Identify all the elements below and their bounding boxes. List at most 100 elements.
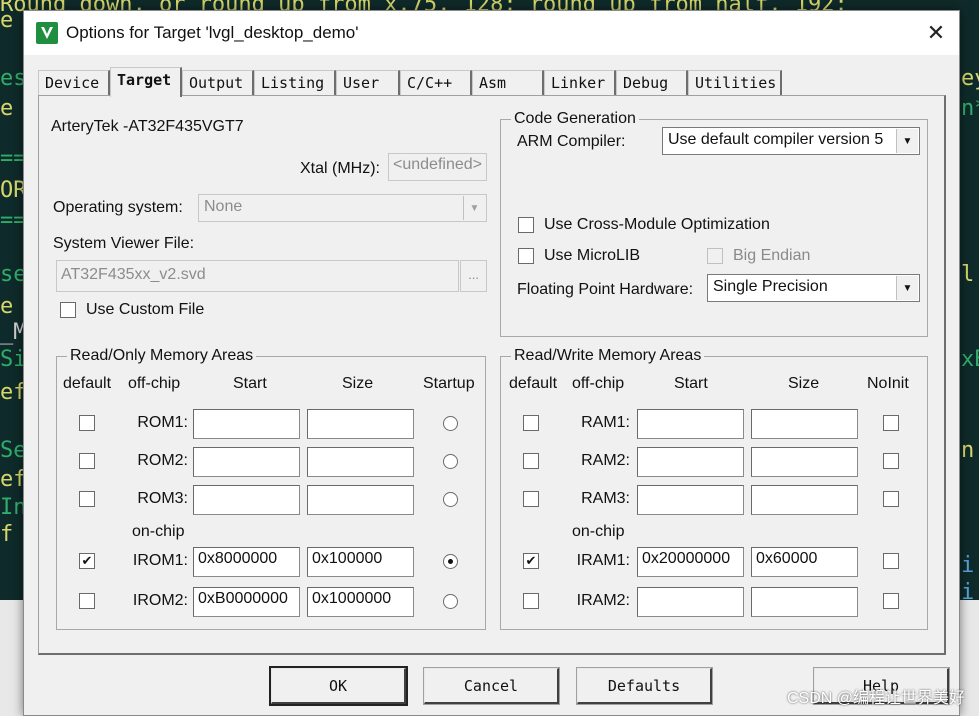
background-code-fragment: e [0, 96, 14, 121]
tab-listing[interactable]: Listing [254, 70, 336, 96]
svd-label: System Viewer File: [53, 235, 195, 252]
ram-row-name: IRAM2: [576, 592, 630, 609]
defaults-button[interactable]: Defaults [576, 667, 713, 705]
rom-default-checkbox[interactable] [79, 491, 95, 507]
os-value: None [204, 198, 243, 215]
rw-col-size: Size [788, 375, 820, 392]
noinit-checkbox[interactable] [883, 553, 899, 569]
rom-default-checkbox[interactable]: ✔ [79, 553, 95, 569]
ram-size-field[interactable] [751, 587, 858, 617]
ro-col-size: Size [342, 375, 374, 392]
device-name: ArteryTek -AT32F435VGT7 [51, 118, 244, 135]
fpu-select[interactable]: Single Precision ▼ [707, 274, 920, 302]
rom-start-field[interactable] [193, 485, 300, 515]
rom-size-field[interactable] [307, 485, 414, 515]
ram-default-checkbox[interactable] [523, 593, 539, 609]
chevron-down-icon: ▼ [896, 129, 918, 153]
ram-size-field[interactable] [751, 409, 858, 439]
startup-radio[interactable] [443, 554, 458, 569]
fpu-value: Single Precision [713, 278, 828, 295]
ram-start-field[interactable] [637, 587, 744, 617]
ram-start-field[interactable] [637, 447, 744, 477]
svd-field[interactable]: AT32F435xx_v2.svd [56, 260, 459, 292]
ram-row-name: RAM1: [581, 414, 630, 431]
use-custom-file-checkbox[interactable] [60, 302, 76, 318]
tab-linker[interactable]: Linker [544, 70, 616, 96]
rom-size-field[interactable]: 0x100000 [307, 547, 414, 577]
ro-col-start: Start [233, 375, 267, 392]
keil-uvision-icon [36, 22, 58, 44]
tab-debug[interactable]: Debug [616, 70, 688, 96]
ram-row-name: RAM2: [581, 452, 630, 469]
rom-start-field[interactable]: 0xB0000000 [193, 587, 300, 617]
tab-device[interactable]: Device [38, 70, 110, 96]
rom-default-checkbox[interactable] [79, 593, 95, 609]
cancel-button[interactable]: Cancel [423, 667, 560, 705]
background-code-fragment: e [0, 8, 14, 33]
startup-radio[interactable] [443, 594, 458, 609]
ro-col-offchip: off-chip [128, 375, 181, 392]
background-code-fragment: xB [961, 347, 979, 372]
cross-module-checkbox[interactable] [518, 217, 534, 233]
ram-default-checkbox[interactable] [523, 415, 539, 431]
arm-compiler-select[interactable]: Use default compiler version 5 ▼ [662, 127, 920, 155]
tab-target[interactable]: Target [110, 67, 182, 97]
ram-size-field[interactable]: 0x60000 [751, 547, 858, 577]
tab-bar: Device Target Output Listing User C/C++ … [38, 67, 782, 97]
startup-radio[interactable] [443, 416, 458, 431]
noinit-checkbox[interactable] [883, 593, 899, 609]
ram-size-field[interactable] [751, 485, 858, 515]
rom-default-checkbox[interactable] [79, 453, 95, 469]
ram-start-field[interactable] [637, 485, 744, 515]
ok-button[interactable]: OK [269, 666, 408, 706]
startup-radio[interactable] [443, 454, 458, 469]
arm-compiler-value: Use default compiler version 5 [668, 131, 884, 148]
xtal-label: Xtal (MHz): [300, 160, 380, 177]
rw-col-start: Start [674, 375, 708, 392]
rom-size-field[interactable] [307, 447, 414, 477]
use-custom-file-label: Use Custom File [86, 301, 205, 318]
rom-start-field[interactable] [193, 447, 300, 477]
rom-default-checkbox[interactable] [79, 415, 95, 431]
noinit-checkbox[interactable] [883, 491, 899, 507]
background-code-fragment: f [0, 522, 14, 547]
ram-default-checkbox[interactable] [523, 453, 539, 469]
ram-start-field[interactable]: 0x20000000 [637, 547, 744, 577]
tab-c-cpp[interactable]: C/C++ [400, 70, 472, 96]
ram-row-name: RAM3: [581, 490, 630, 507]
xtal-field[interactable]: <undefined> [388, 153, 487, 181]
big-endian-label: Big Endian [733, 247, 811, 264]
microlib-label: Use MicroLIB [544, 247, 641, 264]
big-endian-checkbox[interactable] [707, 248, 723, 264]
startup-radio[interactable] [443, 492, 458, 507]
rom-start-field[interactable] [193, 409, 300, 439]
tab-asm[interactable]: Asm [472, 70, 544, 96]
ro-onchip-label: on-chip [132, 523, 185, 540]
rw-onchip-label: on-chip [572, 523, 625, 540]
code-generation-title: Code Generation [511, 110, 639, 128]
rom-start-field[interactable]: 0x8000000 [193, 547, 300, 577]
rom-size-field[interactable]: 0x1000000 [307, 587, 414, 617]
background-code-fragment: n [961, 438, 975, 463]
noinit-checkbox[interactable] [883, 415, 899, 431]
noinit-checkbox[interactable] [883, 453, 899, 469]
ro-col-default: default [63, 375, 112, 392]
close-icon[interactable]: ✕ [923, 20, 949, 46]
tab-utilities[interactable]: Utilities [688, 70, 782, 96]
browse-button[interactable]: ... [460, 260, 487, 292]
rom-row-name: ROM2: [137, 452, 188, 469]
rom-size-field[interactable] [307, 409, 414, 439]
ram-row-name: IRAM1: [576, 552, 630, 569]
rom-row-name: IROM1: [132, 552, 188, 569]
ram-default-checkbox[interactable]: ✔ [523, 553, 539, 569]
ram-size-field[interactable] [751, 447, 858, 477]
ram-start-field[interactable] [637, 409, 744, 439]
tab-user[interactable]: User [336, 70, 400, 96]
microlib-checkbox[interactable] [518, 248, 534, 264]
os-select[interactable]: None ▼ [198, 194, 487, 222]
ram-default-checkbox[interactable] [523, 491, 539, 507]
rom-row-name: ROM3: [137, 490, 188, 507]
rom-row-name: ROM1: [137, 414, 188, 431]
rw-memory-title: Read/Write Memory Areas [511, 347, 705, 365]
tab-output[interactable]: Output [182, 70, 254, 96]
